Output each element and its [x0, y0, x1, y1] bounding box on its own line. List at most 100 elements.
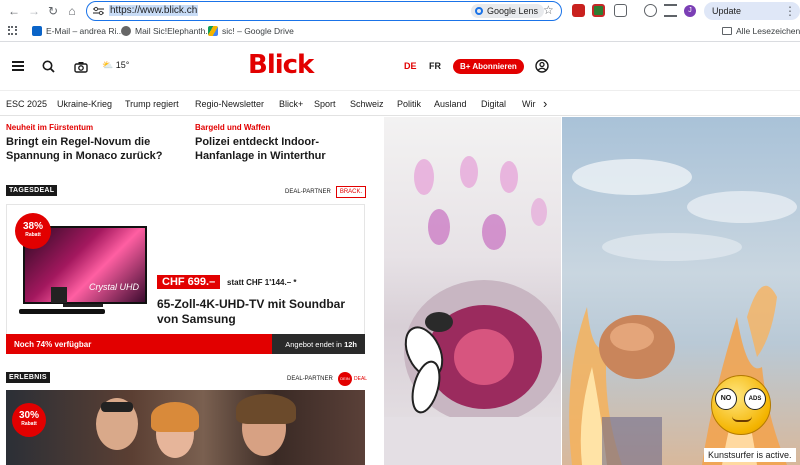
bookmark-label: sic! – Google Drive — [222, 26, 294, 36]
emoji-mouth — [732, 416, 752, 422]
nav-item[interactable]: Schweiz — [350, 99, 384, 109]
chevron-right-icon[interactable]: › — [543, 96, 547, 111]
dein-deal-logo-text: DEAL — [354, 376, 368, 382]
no-ads-emoji-icon[interactable]: NO ADS — [711, 375, 771, 435]
teaser-headline[interactable]: Polizei entdeckt Indoor-Hanfanlage in Wi… — [195, 135, 375, 163]
home-icon[interactable]: ⌂ — [64, 3, 80, 19]
nav-item[interactable]: ESC 2025 — [6, 99, 47, 109]
elephant-icon — [121, 26, 131, 36]
subscribe-button[interactable]: B+ Abonnieren — [453, 59, 524, 74]
tv-brand-text: Crystal UHD — [88, 282, 139, 292]
nav-item[interactable]: Trump regiert — [125, 99, 179, 109]
extension-status-badge: Kunstsurfer is active. — [704, 448, 796, 462]
no-ads-left-eye: NO — [715, 388, 737, 410]
all-bookmarks-label: Alle Lesezeichen — [736, 26, 800, 36]
topic-nav: ESC 2025 Ukraine-Krieg Trump regiert Reg… — [0, 90, 800, 116]
teaser-winterthur[interactable]: Bargeld und Waffen Polizei entdeckt Indo… — [195, 123, 375, 163]
nav-item[interactable]: Politik — [397, 99, 421, 109]
ad-artwork — [384, 156, 561, 465]
weather-widget[interactable]: ⛅ 15° — [102, 60, 129, 71]
temperature: 15° — [115, 60, 130, 70]
nav-item[interactable]: Blick+ — [279, 99, 303, 109]
url-text[interactable]: https://www.blick.ch — [109, 5, 199, 16]
weather-cloud-icon: ⛅ — [102, 60, 114, 70]
google-drive-icon — [208, 26, 218, 36]
nav-item[interactable]: Ukraine-Krieg — [57, 99, 112, 109]
bookmark-email[interactable]: E-Mail – andrea Ri... — [32, 26, 123, 36]
tv-stand — [63, 304, 103, 307]
teaser-monaco[interactable]: Neuheit im Fürstentum Bringt ein Regel-N… — [6, 123, 186, 163]
extensions-puzzle-icon[interactable] — [614, 4, 627, 17]
discount-badge: 30% Rabatt — [12, 403, 46, 437]
profile-avatar[interactable]: J — [684, 5, 696, 17]
glasses — [101, 402, 133, 412]
brack-logo[interactable]: BRACK. — [336, 186, 366, 198]
teaser-kicker: Bargeld und Waffen — [195, 123, 271, 132]
deal-title[interactable]: 65-Zoll-4K-UHD-TV mit Soundbar von Samsu… — [157, 297, 357, 327]
dein-deal-logo[interactable]: DEIN — [338, 372, 352, 386]
cinema-image[interactable] — [6, 390, 365, 465]
browser-toolbar: ← → ↻ ⌂ https://www.blick.ch Google Lens… — [0, 0, 800, 34]
outlook-icon — [32, 26, 42, 36]
teaser-kicker: Neuheit im Fürstentum — [6, 123, 94, 132]
deal-ends-text: Angebot endet in 12h — [285, 340, 357, 349]
discount-label: Rabatt — [21, 421, 37, 427]
reading-list-icon[interactable] — [664, 4, 677, 17]
discount-badge: 38% Rabatt — [15, 213, 51, 249]
bookmarks-bar: E-Mail – andrea Ri... Mail Sic!Elephanth… — [0, 22, 800, 42]
bookmark-star-icon[interactable]: ☆ — [543, 3, 554, 17]
section-label-tagesdeal: TAGESDEAL — [6, 185, 58, 196]
bookmark-label: E-Mail – andrea Ri... — [46, 26, 124, 36]
user-account-icon[interactable] — [535, 59, 549, 73]
nav-item[interactable]: Digital — [481, 99, 506, 109]
more-menu-icon[interactable]: ⋮ — [782, 3, 798, 19]
discount-label: Rabatt — [25, 232, 41, 238]
availability-text: Noch 74% verfügbar — [14, 340, 92, 349]
site-settings-icon[interactable] — [93, 6, 104, 16]
apps-grid-icon[interactable] — [8, 26, 17, 35]
back-icon[interactable]: ← — [6, 3, 22, 19]
forward-icon[interactable]: → — [26, 3, 42, 19]
ad-banner-cup[interactable] — [384, 117, 561, 465]
hair — [151, 402, 199, 432]
lang-fr[interactable]: FR — [429, 61, 441, 71]
deal-price: CHF 699.– — [157, 275, 221, 289]
all-bookmarks[interactable]: Alle Lesezeichen — [722, 26, 800, 36]
extension-sync-icon[interactable] — [644, 4, 657, 17]
bookmark-drive[interactable]: sic! – Google Drive — [208, 26, 294, 36]
nav-item[interactable]: Ausland — [434, 99, 467, 109]
availability-bar: Noch 74% verfügbar Angebot endet in 12h — [6, 334, 365, 354]
discount-value: 38% — [22, 221, 43, 232]
search-icon[interactable] — [42, 60, 55, 73]
extension-red-icon[interactable] — [592, 4, 605, 17]
google-lens-button[interactable]: Google Lens — [471, 4, 545, 18]
bookmark-label: Mail Sic!Elephanth... — [135, 26, 213, 36]
main-column: Neuheit im Fürstentum Bringt ein Regel-N… — [0, 117, 384, 465]
site-header: ⛅ 15° Blick DE FR B+ Abonnieren — [0, 42, 800, 90]
extension-gift-icon[interactable] — [572, 4, 585, 17]
folder-icon — [722, 27, 732, 35]
deal-partner-label: DEAL-PARTNER — [285, 189, 331, 195]
lens-label: Google Lens — [487, 6, 539, 16]
hair — [236, 394, 296, 424]
soundbar — [19, 309, 105, 314]
lens-icon — [475, 7, 483, 15]
deal-old-price: statt CHF 1'144.– * — [227, 278, 297, 287]
deal-card[interactable]: Crystal UHD 38% Rabatt CHF 699.– statt C… — [6, 204, 365, 354]
subwoofer — [51, 287, 67, 303]
deal-partner-label: DEAL-PARTNER — [287, 376, 333, 382]
lang-de[interactable]: DE — [404, 61, 417, 71]
address-bar[interactable]: https://www.blick.ch Google Lens ☆ — [86, 1, 562, 21]
section-label-erlebnis: ERLEBNIS — [6, 372, 50, 383]
menu-icon[interactable] — [12, 61, 24, 71]
teaser-headline[interactable]: Bringt ein Regel-Novum die Spannung in M… — [6, 135, 186, 163]
no-ads-right-eye: ADS — [744, 388, 766, 410]
nav-item[interactable]: Wir — [522, 99, 536, 109]
bookmark-mail[interactable]: Mail Sic!Elephanth... — [121, 26, 212, 36]
nav-item[interactable]: Sport — [314, 99, 336, 109]
blick-logo[interactable]: Blick — [248, 50, 314, 80]
discount-value: 30% — [18, 410, 39, 421]
reload-icon[interactable]: ↻ — [45, 3, 61, 19]
camera-icon[interactable] — [74, 61, 88, 73]
nav-item[interactable]: Regio-Newsletter — [195, 99, 264, 109]
